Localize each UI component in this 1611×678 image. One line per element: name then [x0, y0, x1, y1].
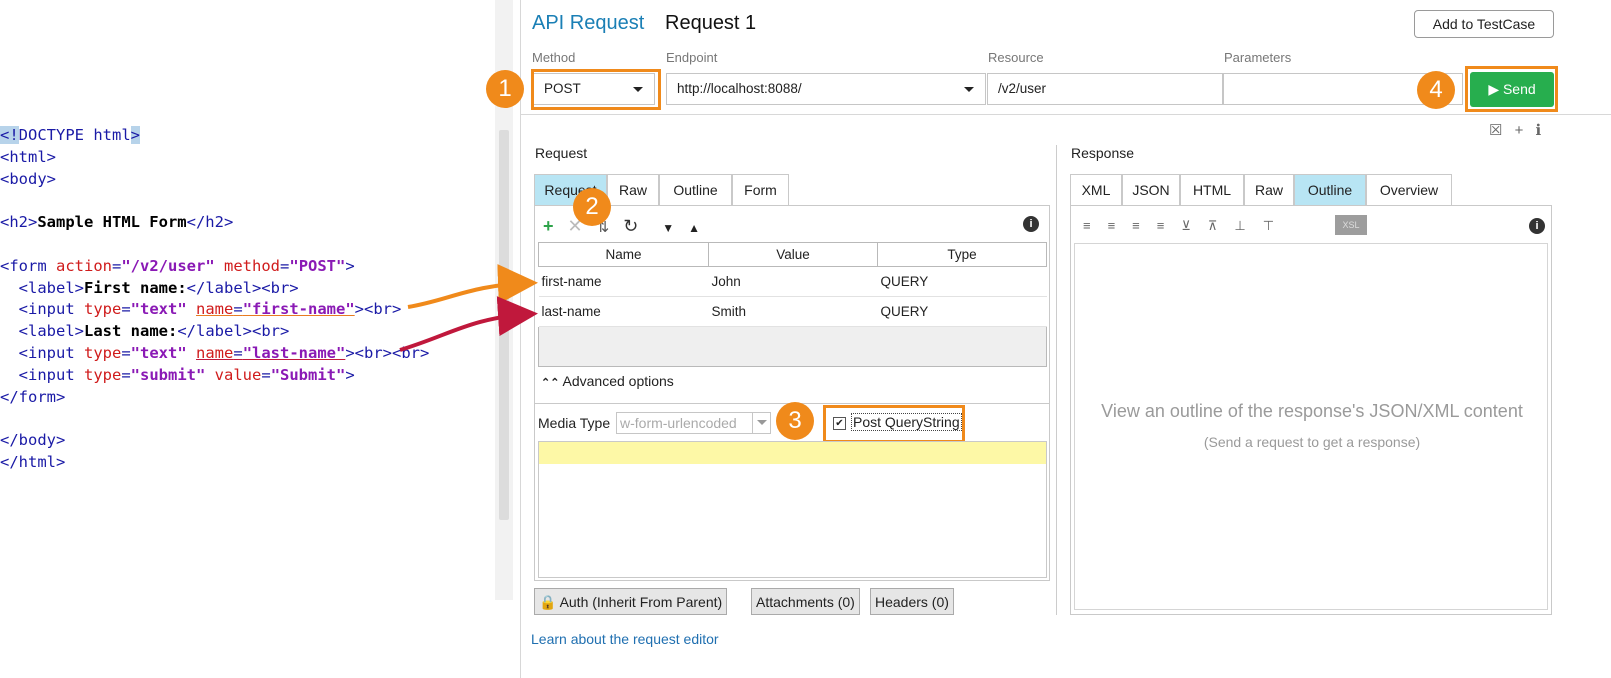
annotation-arrows	[399, 264, 538, 352]
arrow-last-name	[399, 296, 538, 352]
arrow-first-name	[407, 264, 538, 309]
